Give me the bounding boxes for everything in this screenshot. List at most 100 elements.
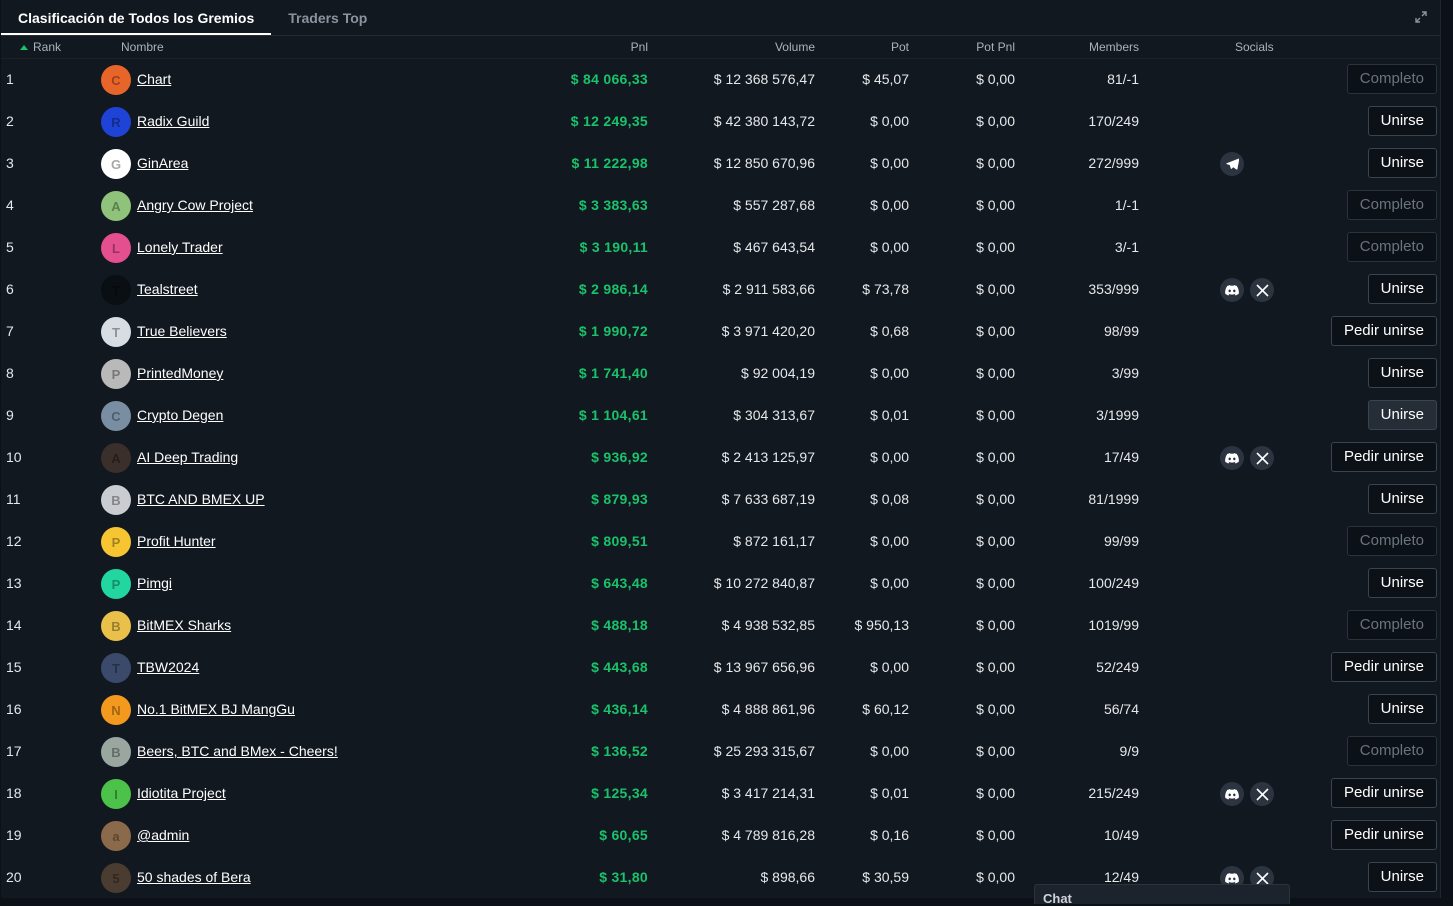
pnl-cell: $ 3 383,63: [578, 197, 648, 213]
col-socials: Socials: [1235, 40, 1274, 54]
guild-name-link[interactable]: Idiotita Project: [137, 772, 226, 814]
action-cell: Pedir unirse: [1330, 820, 1437, 850]
guild-name-link[interactable]: Beers, BTC and BMex - Cheers!: [137, 730, 338, 772]
x-icon[interactable]: [1250, 278, 1274, 302]
col-pot-pnl[interactable]: Pot Pnl: [976, 40, 1015, 54]
full-button[interactable]: Completo: [1346, 64, 1437, 94]
table-row: 16 N No.1 BitMEX BJ MangGu $ 436,14 $ 4 …: [1, 688, 1440, 730]
table-row: 7 T True Believers $ 1 990,72 $ 3 971 42…: [1, 310, 1440, 352]
guild-name-link[interactable]: @admin: [137, 814, 189, 856]
expand-icon[interactable]: [1414, 10, 1428, 24]
join-button[interactable]: Unirse: [1367, 274, 1437, 304]
guild-name-link[interactable]: Tealstreet: [137, 268, 198, 310]
telegram-icon[interactable]: [1220, 152, 1244, 176]
guild-name-link[interactable]: True Believers: [137, 310, 227, 352]
pot-cell: $ 0,00: [870, 113, 909, 129]
pnl-cell: $ 436,14: [591, 701, 648, 717]
guild-name-link[interactable]: TBW2024: [137, 646, 199, 688]
request-join-button[interactable]: Pedir unirse: [1330, 652, 1437, 682]
join-button[interactable]: Unirse: [1367, 694, 1437, 724]
guild-name-link[interactable]: Chart: [137, 58, 171, 100]
full-button[interactable]: Completo: [1346, 610, 1437, 640]
guild-name-link[interactable]: AI Deep Trading: [137, 436, 238, 478]
pot-pnl-cell: $ 0,00: [976, 197, 1015, 213]
ginarea-logo-icon: G: [101, 149, 131, 179]
full-button[interactable]: Completo: [1346, 736, 1437, 766]
join-button[interactable]: Unirse: [1367, 862, 1437, 892]
col-volume[interactable]: Volume: [775, 40, 815, 54]
x-icon[interactable]: [1250, 782, 1274, 806]
request-join-button[interactable]: Pedir unirse: [1330, 778, 1437, 808]
pot-pnl-cell: $ 0,00: [976, 155, 1015, 171]
col-rank[interactable]: Rank: [20, 40, 61, 54]
discord-icon[interactable]: [1220, 782, 1244, 806]
table-row: 1 C Chart $ 84 066,33 $ 12 368 576,47 $ …: [1, 58, 1440, 100]
request-join-button[interactable]: Pedir unirse: [1330, 442, 1437, 472]
join-button[interactable]: Unirse: [1367, 400, 1437, 430]
pnl-cell: $ 12 249,35: [570, 113, 648, 129]
guild-name-link[interactable]: BTC AND BMEX UP: [137, 478, 265, 520]
guild-name-link[interactable]: 50 shades of Bera: [137, 856, 251, 898]
volume-cell: $ 2 911 583,66: [722, 281, 815, 297]
bitcoin-coin-icon: P: [101, 569, 131, 599]
volume-cell: $ 4 888 861,96: [721, 701, 815, 717]
tab-all-guilds[interactable]: Clasificación de Todos los Gremios: [1, 0, 272, 35]
col-name[interactable]: Nombre: [121, 40, 164, 54]
join-button[interactable]: Unirse: [1367, 358, 1437, 388]
rank-cell: 10: [6, 449, 22, 465]
join-button[interactable]: Unirse: [1367, 484, 1437, 514]
action-cell: Completo: [1346, 526, 1437, 556]
members-cell: 81/1999: [1088, 491, 1139, 507]
members-cell: 52/249: [1096, 659, 1139, 675]
col-members[interactable]: Members: [1089, 40, 1139, 54]
guild-name-link[interactable]: BitMEX Sharks: [137, 604, 231, 646]
bitcoin-orange-icon: N: [101, 695, 131, 725]
rank-cell: 20: [6, 869, 22, 885]
guild-name-link[interactable]: Angry Cow Project: [137, 184, 253, 226]
chat-panel-tab[interactable]: Chat: [1034, 884, 1290, 906]
guild-name-link[interactable]: GinArea: [137, 142, 188, 184]
join-button[interactable]: Unirse: [1367, 106, 1437, 136]
rank-cell: 15: [6, 659, 22, 675]
socials-cell: [1220, 782, 1274, 806]
guild-name-link[interactable]: Lonely Trader: [137, 226, 223, 268]
members-cell: 3/1999: [1096, 407, 1139, 423]
full-button[interactable]: Completo: [1346, 232, 1437, 262]
rank-cell: 6: [6, 281, 14, 297]
x-icon[interactable]: [1250, 446, 1274, 470]
discord-icon[interactable]: [1220, 278, 1244, 302]
table-row: 9 C Crypto Degen $ 1 104,61 $ 304 313,67…: [1, 394, 1440, 436]
table-row: 17 B Beers, BTC and BMex - Cheers! $ 136…: [1, 730, 1440, 772]
guild-leaderboard-panel: Clasificación de Todos los Gremios Trade…: [1, 0, 1441, 898]
guild-name-link[interactable]: Crypto Degen: [137, 394, 223, 436]
col-pot[interactable]: Pot: [891, 40, 909, 54]
pot-cell: $ 0,00: [870, 365, 909, 381]
join-button[interactable]: Unirse: [1367, 568, 1437, 598]
rank-cell: 12: [6, 533, 22, 549]
guild-name-link[interactable]: Radix Guild: [137, 100, 209, 142]
volume-cell: $ 4 789 816,28: [721, 827, 815, 843]
table-row: 8 P PrintedMoney $ 1 741,40 $ 92 004,19 …: [1, 352, 1440, 394]
full-button[interactable]: Completo: [1346, 526, 1437, 556]
volume-cell: $ 92 004,19: [741, 365, 815, 381]
pnl-cell: $ 31,80: [599, 869, 648, 885]
guild-name-link[interactable]: Profit Hunter: [137, 520, 216, 562]
request-join-button[interactable]: Pedir unirse: [1330, 316, 1437, 346]
table-row: 3 G GinArea $ 11 222,98 $ 12 850 670,96 …: [1, 142, 1440, 184]
tab-top-traders[interactable]: Traders Top: [271, 0, 384, 35]
guild-name-link[interactable]: No.1 BitMEX BJ MangGu: [137, 688, 295, 730]
pot-cell: $ 0,68: [870, 323, 909, 339]
rank-cell: 1: [6, 71, 14, 87]
guild-name-link[interactable]: PrintedMoney: [137, 352, 223, 394]
pot-pnl-cell: $ 0,00: [976, 533, 1015, 549]
full-button[interactable]: Completo: [1346, 190, 1437, 220]
rank-cell: 7: [6, 323, 14, 339]
action-cell: Unirse: [1367, 106, 1437, 136]
join-button[interactable]: Unirse: [1367, 148, 1437, 178]
request-join-button[interactable]: Pedir unirse: [1330, 820, 1437, 850]
discord-icon[interactable]: [1220, 446, 1244, 470]
pot-pnl-cell: $ 0,00: [976, 701, 1015, 717]
col-pnl[interactable]: Pnl: [631, 40, 648, 54]
action-cell: Unirse: [1367, 862, 1437, 892]
guild-name-link[interactable]: Pimgi: [137, 562, 172, 604]
